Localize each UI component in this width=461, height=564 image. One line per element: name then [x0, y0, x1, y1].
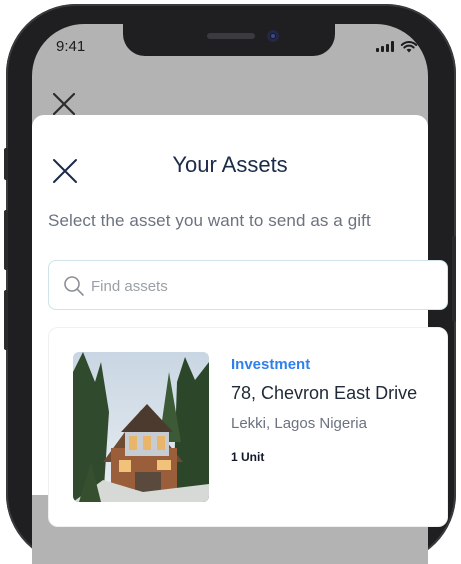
search-icon: [64, 276, 84, 296]
asset-photo: [73, 352, 209, 502]
assets-sheet: Your Assets Select the asset you want to…: [32, 115, 448, 527]
background-close-icon[interactable]: [52, 92, 76, 116]
phone-volume-down: [4, 290, 8, 350]
asset-name: 78, Chevron East Drive: [231, 383, 418, 403]
status-icons: [376, 40, 418, 53]
phone-volume-up: [4, 210, 8, 270]
speaker-grille: [207, 33, 255, 39]
camera-icon: [267, 30, 279, 42]
asset-location: Lekki, Lagos Nigeria: [231, 415, 367, 432]
phone-mute-switch: [4, 148, 8, 180]
wifi-icon: [400, 41, 418, 53]
sheet-subtitle: Select the asset you want to send as a g…: [48, 211, 371, 230]
page-title: Your Assets: [172, 152, 288, 177]
search-box[interactable]: [48, 260, 448, 310]
asset-units: 1 Unit: [231, 450, 265, 464]
notch: [123, 24, 335, 56]
phone-power-button: [452, 236, 456, 322]
asset-card[interactable]: Investment 78, Chevron East Drive Lekki,…: [48, 327, 448, 527]
status-time: 9:41: [56, 38, 86, 55]
signal-icon: [376, 41, 394, 52]
asset-category: Investment: [231, 356, 311, 373]
search-input[interactable]: [91, 275, 431, 297]
